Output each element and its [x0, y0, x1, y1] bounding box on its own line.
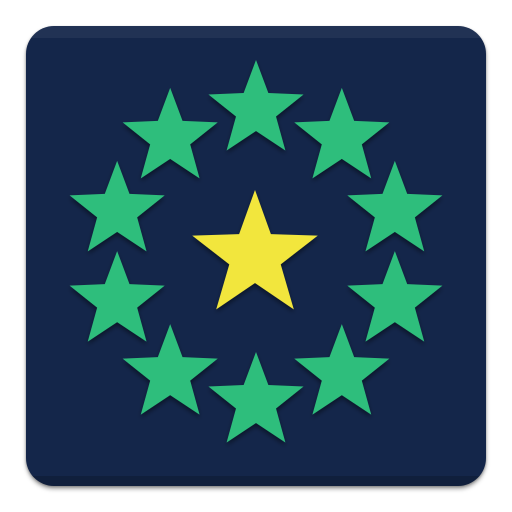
- ring-star-icon: [208, 352, 304, 443]
- ring-star-icon: [294, 87, 390, 179]
- app-icon-stage: [0, 0, 512, 512]
- ring-star-icon: [347, 160, 443, 252]
- ring-star-icon: [69, 251, 165, 342]
- ring-star-icon: [208, 60, 304, 151]
- star-emblem: [69, 60, 443, 443]
- ring-star-icon: [122, 87, 218, 179]
- ring-star-icon: [69, 160, 165, 252]
- center-star-icon: [192, 190, 318, 310]
- ring-star-icon: [347, 251, 443, 342]
- center-star-group: [192, 190, 318, 310]
- ring-star-icon: [122, 324, 218, 415]
- ring-star-icon: [294, 324, 390, 415]
